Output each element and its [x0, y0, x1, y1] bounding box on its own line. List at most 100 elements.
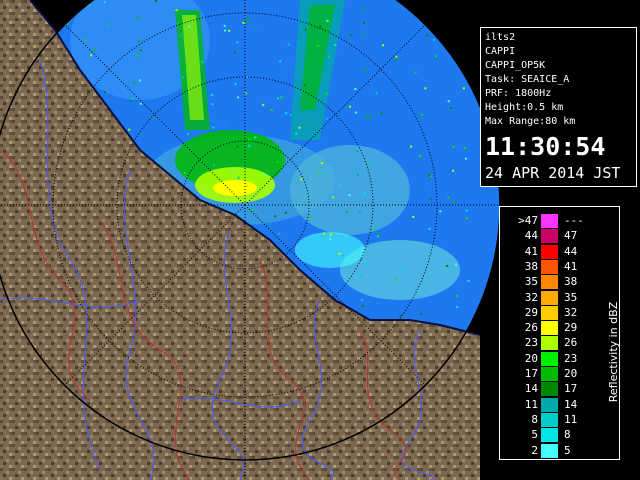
- observation-time: 11:30:54: [485, 132, 606, 161]
- echo-speckle: [334, 44, 337, 47]
- legend-row: 38 41: [500, 259, 621, 274]
- legend-low-value: 14: [524, 382, 538, 396]
- echo-speckle: [414, 71, 417, 74]
- echo-speckle: [401, 266, 404, 269]
- echo-speckle: [432, 38, 435, 41]
- echo-speckle: [165, 80, 168, 83]
- echo-speckle: [201, 60, 204, 63]
- echo-speckle: [338, 252, 341, 255]
- legend-high-value: 23: [564, 351, 578, 365]
- echo-speckle: [395, 58, 398, 61]
- legend-row: 44 47: [500, 228, 621, 244]
- legend-swatch: [541, 443, 558, 458]
- echo-speckle: [284, 211, 287, 214]
- legend-high-value: 29: [564, 321, 578, 335]
- echo-speckle: [455, 263, 457, 266]
- legend-row: 32 35: [500, 290, 621, 305]
- legend-high-value: 26: [564, 336, 578, 350]
- echo-speckle: [325, 92, 328, 95]
- legend-row: 20 23: [500, 351, 621, 366]
- echo-speckle: [248, 146, 251, 149]
- echo-speckle: [236, 145, 239, 148]
- echo-speckle: [318, 170, 321, 173]
- legend-row: 23 26: [500, 335, 621, 351]
- echo-speckle: [453, 201, 456, 203]
- echo-speckle: [319, 25, 322, 28]
- echo-speckle: [329, 238, 332, 241]
- legend-swatch: [541, 412, 558, 427]
- echo-speckle: [274, 215, 277, 218]
- echo-speckle: [131, 97, 134, 100]
- echo-speckle: [447, 100, 450, 103]
- echo-speckle: [356, 150, 359, 153]
- legend-low-value: 11: [524, 397, 538, 411]
- legend-high-value: 41: [564, 259, 578, 273]
- echo-speckle: [367, 162, 370, 165]
- echo-speckle: [270, 109, 273, 111]
- legend-low-value: 44: [524, 229, 538, 243]
- echo-speckle: [254, 136, 257, 139]
- echo-speckle: [327, 55, 330, 58]
- echo-speckle: [348, 105, 351, 108]
- echo-speckle: [377, 233, 380, 236]
- legend-low-value: 26: [524, 321, 538, 335]
- echo-speckle: [245, 185, 248, 188]
- echo-speckle: [136, 54, 139, 57]
- echo-speckle: [88, 4, 91, 7]
- legend-high-value: 20: [564, 367, 578, 380]
- echo-speckle: [339, 184, 342, 187]
- echo-speckle: [435, 55, 438, 58]
- echo-speckle: [420, 312, 423, 315]
- echo-speckle: [325, 117, 328, 120]
- echo-speckle: [154, 0, 157, 2]
- echo-speckle: [107, 23, 110, 26]
- echo-speckle: [278, 232, 281, 235]
- echo-speckle: [399, 314, 402, 317]
- echo-speckle: [103, 90, 106, 93]
- legend-low-value: 2: [531, 443, 538, 457]
- echo-speckle: [233, 51, 236, 54]
- legend-row: 58: [500, 427, 621, 443]
- echo-speckle: [280, 96, 283, 99]
- legend-low-value: 38: [524, 259, 538, 273]
- echo-speckle: [366, 115, 368, 118]
- legend-high-value: 44: [564, 244, 578, 258]
- echo-speckle: [223, 124, 226, 127]
- legend-low-value: >47: [518, 214, 538, 227]
- echo-speckle: [303, 84, 306, 86]
- echo-speckle: [456, 305, 459, 308]
- radar-info-panel: ilts2 CAPPI CAPPI_OP5K Task: SEAICE_A PR…: [480, 27, 637, 187]
- echo-speckle: [465, 157, 467, 160]
- legend-high-value: 8: [564, 428, 571, 442]
- echo-speckle: [93, 48, 96, 51]
- echo-speckle: [295, 132, 298, 135]
- echo-speckle: [130, 99, 133, 102]
- echo-speckle: [341, 254, 344, 257]
- echo-speckle: [211, 103, 214, 106]
- echo-speckle: [363, 192, 366, 195]
- legend-swatch: [541, 305, 558, 320]
- echo-speckle: [395, 278, 398, 281]
- echo-speckle: [350, 34, 353, 37]
- echo-speckle: [224, 29, 227, 32]
- echo-speckle: [140, 132, 143, 135]
- echo-speckle: [139, 102, 142, 105]
- echo-speckle: [360, 275, 363, 278]
- legend-row: 17 20: [500, 366, 621, 381]
- echo-speckle: [84, 38, 87, 41]
- legend-low-value: 23: [524, 336, 538, 350]
- legend-swatch: [541, 214, 558, 228]
- legend-high-value: 14: [564, 397, 578, 411]
- echo-speckle: [228, 145, 231, 147]
- echo-speckle: [128, 128, 131, 131]
- echo-speckle: [426, 34, 429, 37]
- echo-speckle: [376, 301, 379, 304]
- echo-speckle: [348, 194, 351, 197]
- echo-speckle: [133, 81, 136, 84]
- echo-speckle: [277, 97, 279, 100]
- echo-speckle: [380, 112, 383, 115]
- echo-speckle: [412, 216, 415, 218]
- legend-high-value: 5: [564, 443, 571, 457]
- product-type: CAPPI: [485, 46, 516, 57]
- echo-speckle: [304, 28, 307, 31]
